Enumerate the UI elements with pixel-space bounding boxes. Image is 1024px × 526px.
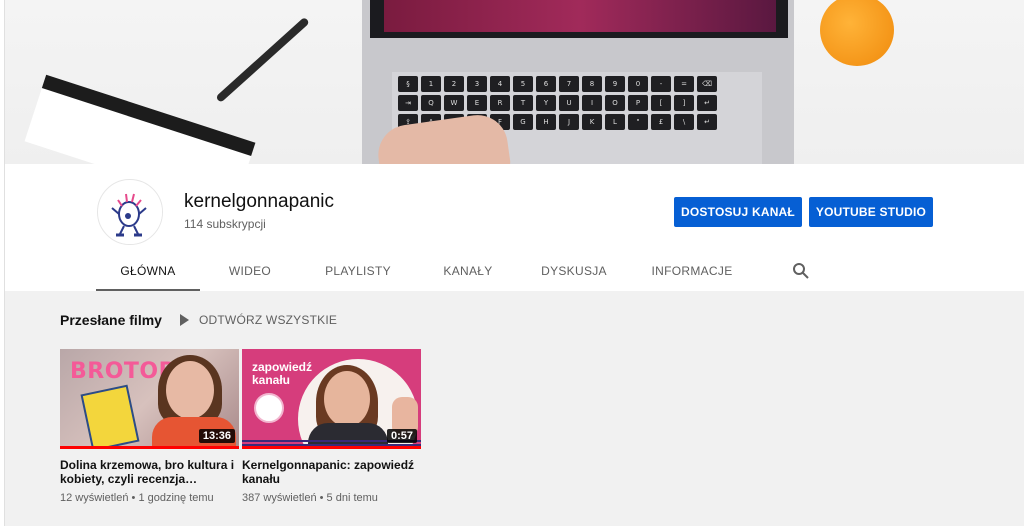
keyboard-key: 1 — [421, 76, 441, 92]
keyboard-key: T — [513, 95, 533, 111]
youtube-studio-button[interactable]: YOUTUBE STUDIO — [809, 197, 933, 227]
subscriber-count: 114 subskrypcji — [184, 217, 266, 231]
uploads-section-title: Przesłane filmy — [60, 312, 162, 328]
orange-illustration — [820, 0, 894, 66]
customize-channel-button[interactable]: DOSTOSUJ KANAŁ — [674, 197, 802, 227]
keyboard-key: £ — [651, 114, 671, 130]
keyboard-key: U — [559, 95, 579, 111]
video-duration: 0:57 — [386, 429, 417, 443]
keyboard-key: O — [605, 95, 625, 111]
play-icon — [180, 314, 189, 326]
keyboard-key: ⇥ — [398, 95, 418, 111]
keyboard-key: 3 — [467, 76, 487, 92]
keyboard-key: W — [444, 95, 464, 111]
keyboard-key: 7 — [559, 76, 579, 92]
channel-tabs: GŁÓWNA WIDEO PLAYLISTY KANAŁY DYSKUSJA I… — [96, 252, 756, 291]
panic-character-icon — [99, 181, 162, 244]
keyboard-key: 9 — [605, 76, 625, 92]
keyboard-key: § — [398, 76, 418, 92]
keyboard-key: 8 — [582, 76, 602, 92]
tab-home[interactable]: GŁÓWNA — [96, 252, 200, 291]
keyboard-key: R — [490, 95, 510, 111]
keyboard-key: 2 — [444, 76, 464, 92]
play-all-label: ODTWÓRZ WSZYSTKIE — [199, 313, 338, 327]
keyboard-key: Q — [421, 95, 441, 111]
channel-name: kernelgonnapanic — [184, 191, 335, 212]
video-duration: 13:36 — [198, 429, 235, 443]
tab-channels[interactable]: KANAŁY — [416, 252, 520, 291]
youtube-channel-page: §1234567890-=⌫⇥QWERTYUIOP[]↵⇪ASDFGHJKL"£… — [0, 0, 1024, 526]
keyboard-key: \ — [674, 114, 694, 130]
watch-progress-bar — [60, 446, 239, 449]
video-thumbnail-1[interactable]: BROTOPIA 13:36 — [60, 349, 239, 449]
video-meta-2: 387 wyświetleń • 5 dni temu — [242, 492, 378, 504]
watch-progress-bar — [242, 446, 421, 449]
keyboard-key: ↵ — [697, 95, 717, 111]
thumbnail-text: zapowiedź kanału — [252, 360, 313, 387]
channel-banner: §1234567890-=⌫⇥QWERTYUIOP[]↵⇪ASDFGHJKL"£… — [5, 0, 1024, 164]
thumbnail-person — [324, 371, 370, 427]
keyboard-row: ⇥ Q W E R T Y U I O P[] ↵ — [398, 95, 758, 111]
video-title-1[interactable]: Dolina krzemowa, bro kultura i kobiety, … — [60, 458, 238, 486]
keyboard-key: " — [628, 114, 648, 130]
keyboard-key: I — [582, 95, 602, 111]
keyboard-key: G — [513, 114, 533, 130]
tab-discussion[interactable]: DYSKUSJA — [520, 252, 628, 291]
play-all-button[interactable]: ODTWÓRZ WSZYSTKIE — [180, 313, 337, 327]
keyboard-key: 4 — [490, 76, 510, 92]
keyboard-key: 5 — [513, 76, 533, 92]
keyboard-key: K — [582, 114, 602, 130]
laptop-screen-wallpaper — [384, 0, 776, 32]
channel-search-icon[interactable] — [792, 262, 810, 280]
keyboard-key: J — [559, 114, 579, 130]
keyboard-key: [ — [651, 95, 671, 111]
tab-playlists[interactable]: PLAYLISTY — [300, 252, 416, 291]
keyboard-key: L — [605, 114, 625, 130]
keyboard-key: E — [467, 95, 487, 111]
keyboard-key: Y — [536, 95, 556, 111]
keyboard-key: H — [536, 114, 556, 130]
keyboard-key: 0 — [628, 76, 648, 92]
channel-avatar[interactable] — [97, 179, 163, 245]
tab-videos[interactable]: WIDEO — [200, 252, 300, 291]
keyboard-row: § 1 2 3 4 5 6 7 8 9 0- = ⌫ — [398, 76, 758, 92]
notebook-illustration — [24, 74, 256, 164]
keyboard-key: P — [628, 95, 648, 111]
keyboard-key: 6 — [536, 76, 556, 92]
video-title-2[interactable]: Kernelgonnapanic: zapowiedź kanału — [242, 458, 420, 486]
pen-illustration — [215, 16, 310, 103]
channel-logo-badge — [254, 393, 284, 423]
keyboard-key: ⌫ — [697, 76, 717, 92]
keyboard-key: ↵ — [697, 114, 717, 130]
keyboard-key: ] — [674, 95, 694, 111]
keyboard-key: - — [651, 76, 671, 92]
tab-about[interactable]: INFORMACJE — [628, 252, 756, 291]
video-meta-1: 12 wyświetleń • 1 godzinę temu — [60, 492, 214, 504]
video-thumbnail-2[interactable]: zapowiedź kanału 0:57 — [242, 349, 421, 449]
keyboard-key: = — [674, 76, 694, 92]
thumbnail-book — [80, 384, 140, 449]
